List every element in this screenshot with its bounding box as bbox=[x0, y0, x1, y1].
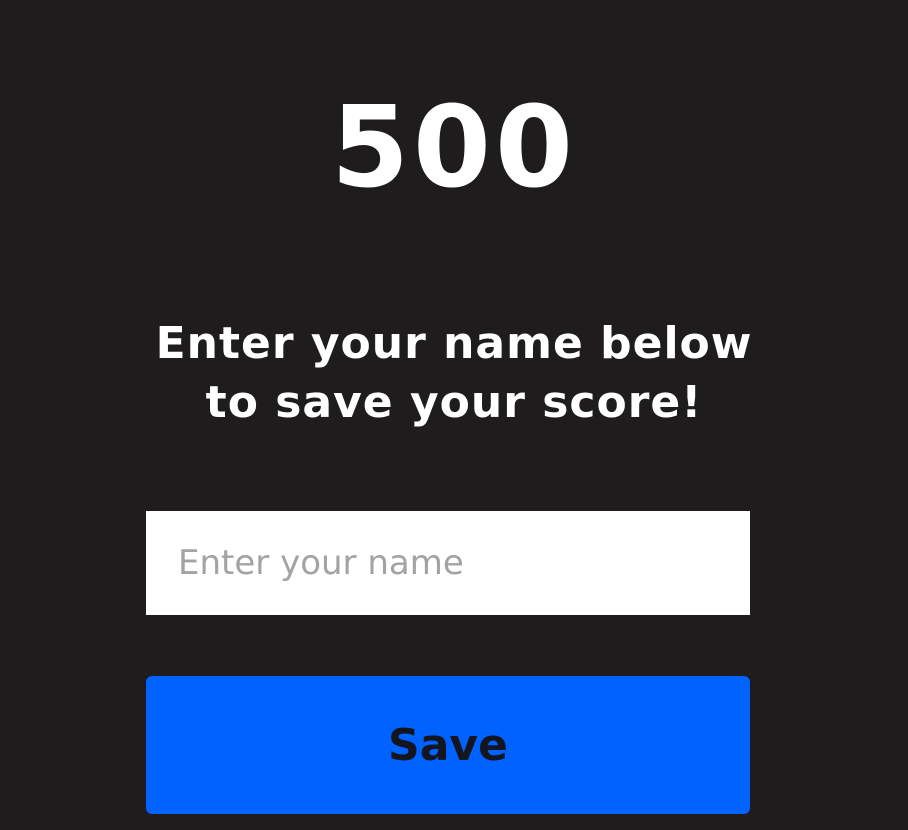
name-input[interactable] bbox=[146, 511, 750, 615]
save-score-prompt: Enter your name below to save your score… bbox=[155, 318, 753, 428]
save-score-screen: 500 Enter your name below to save your s… bbox=[0, 0, 908, 830]
final-score: 500 bbox=[331, 83, 577, 213]
save-button[interactable]: Save bbox=[146, 676, 750, 814]
